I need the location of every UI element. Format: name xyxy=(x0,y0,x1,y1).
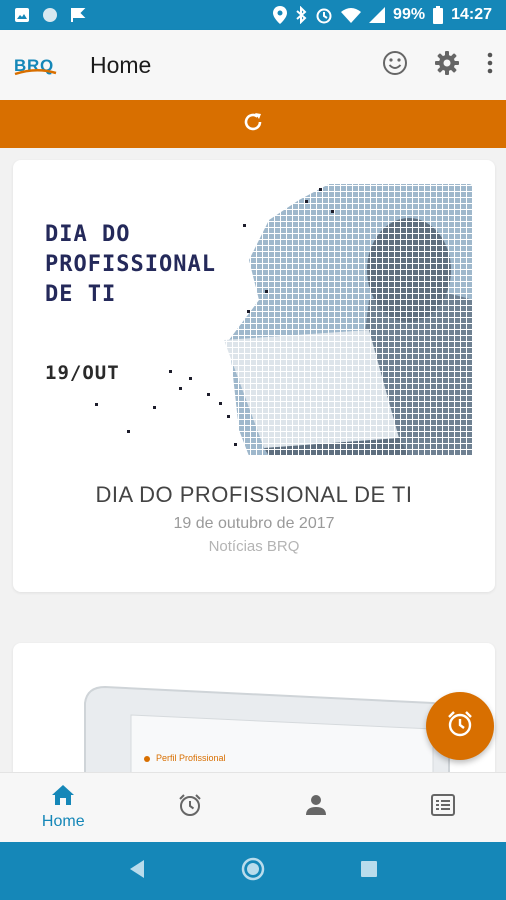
banner-line-1: DIA DO xyxy=(45,222,131,247)
image-icon xyxy=(14,7,30,23)
battery-level: 99% xyxy=(393,6,426,23)
list-icon xyxy=(430,794,455,821)
circle-icon xyxy=(42,7,58,23)
bottom-nav: Home xyxy=(0,772,506,842)
person-icon xyxy=(305,794,327,821)
flag-icon xyxy=(70,7,86,23)
recents-icon[interactable] xyxy=(360,860,378,883)
nav-home[interactable]: Home xyxy=(0,773,127,842)
clock: 14:27 xyxy=(451,6,492,23)
wifi-icon xyxy=(341,7,362,23)
preview-label: Perfil Profissional xyxy=(156,753,226,763)
news-card[interactable]: DIA DO PROFISSIONAL DE TI 19/OUT DIA DO … xyxy=(13,160,495,592)
alarm-icon xyxy=(445,709,475,744)
signal-icon xyxy=(369,7,386,23)
banner-line-2: PROFISSIONAL xyxy=(45,252,216,277)
fab-alarm-button[interactable] xyxy=(426,692,494,760)
status-bar: 99% 14:27 xyxy=(0,0,506,30)
nav-home-label: Home xyxy=(41,813,85,830)
svg-text:R: R xyxy=(27,56,39,75)
nav-alarm[interactable] xyxy=(127,773,254,842)
home-circle-icon[interactable] xyxy=(241,857,265,886)
news-banner: DIA DO PROFISSIONAL DE TI 19/OUT xyxy=(29,180,473,460)
smiley-icon[interactable] xyxy=(382,50,408,81)
alarm-icon xyxy=(177,792,203,823)
banner-headline: DIA DO PROFISSIONAL DE TI xyxy=(45,220,216,310)
app-bar: B R Q Home xyxy=(0,30,506,100)
page-title: Home xyxy=(90,51,152,78)
brq-logo: B R Q xyxy=(14,53,58,77)
nav-profile[interactable] xyxy=(253,773,380,842)
alarm-icon xyxy=(315,6,333,24)
battery-icon xyxy=(433,6,444,24)
news-source: Notícias BRQ xyxy=(208,538,300,555)
location-icon xyxy=(273,6,288,24)
refresh-bar[interactable] xyxy=(0,100,506,148)
home-icon xyxy=(51,784,75,811)
banner-line-3: DE TI xyxy=(45,282,117,307)
gear-icon[interactable] xyxy=(434,50,460,81)
system-nav-bar xyxy=(0,842,506,900)
refresh-icon[interactable] xyxy=(242,111,264,138)
back-icon[interactable] xyxy=(128,859,146,884)
bluetooth-icon xyxy=(295,6,307,24)
more-vert-icon[interactable] xyxy=(486,51,494,80)
news-date: 19 de outubro de 2017 xyxy=(173,515,335,532)
news-title: DIA DO PROFISSIONAL DE TI xyxy=(95,482,413,507)
banner-date: 19/OUT xyxy=(45,362,120,384)
nav-list[interactable] xyxy=(380,773,506,842)
